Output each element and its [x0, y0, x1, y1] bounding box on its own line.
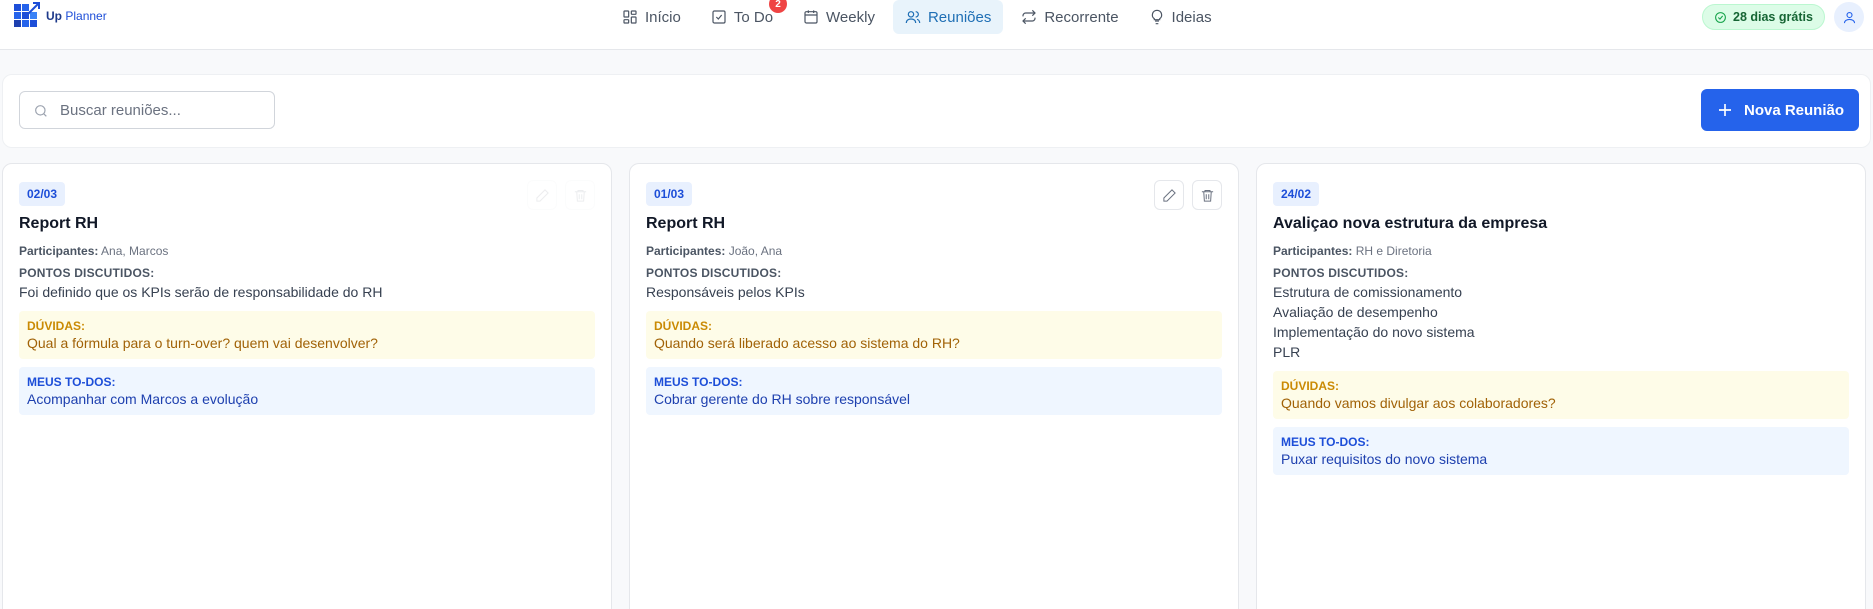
meeting-card[interactable]: 02/03 Report RH Participantes: Ana, Marc…	[2, 163, 612, 609]
nav-item-label: Início	[645, 8, 681, 26]
search-input[interactable]	[60, 101, 260, 119]
doubts-label: DÚVIDAS:	[1281, 379, 1340, 393]
point-item: Estrutura de comissionamento	[1273, 284, 1463, 300]
doubts-box: DÚVIDAS: Qual a fórmula para o turn-over…	[19, 311, 595, 359]
doubts-label: DÚVIDAS:	[654, 319, 713, 333]
doubts-box: DÚVIDAS: Quando será liberado acesso ao …	[646, 311, 1222, 359]
todos-box: MEUS TO-DOS: Cobrar gerente do RH sobre …	[646, 367, 1222, 415]
calendar-icon	[804, 10, 818, 24]
pencil-icon	[535, 188, 549, 202]
meeting-title: Avaliçao nova estrutura da empresa	[1273, 215, 1548, 232]
nav-item-label: Reuniões	[927, 8, 992, 26]
plus-icon	[1718, 104, 1731, 116]
meeting-date-badge: 24/02	[1273, 182, 1320, 206]
grid-icon	[623, 10, 637, 24]
edit-button[interactable]	[1154, 180, 1184, 210]
nav-item-ideias[interactable]: Ideias	[1137, 0, 1224, 34]
card-actions	[527, 180, 595, 210]
todos-box: MEUS TO-DOS: Puxar requisitos do novo si…	[1273, 427, 1849, 475]
point-item: Responsáveis pelos KPIs	[646, 284, 805, 300]
point-item: Foi definido que os KPIs serão de respon…	[19, 284, 383, 300]
todos-box: MEUS TO-DOS: Acompanhar com Marcos a evo…	[19, 367, 595, 415]
edit-button[interactable]	[527, 180, 557, 210]
nav-item-label: Ideias	[1171, 8, 1212, 26]
meeting-participants: Participantes: Ana, Marcos	[19, 244, 169, 258]
meeting-date-badge: 02/03	[19, 182, 66, 206]
search-box[interactable]	[19, 91, 275, 129]
meeting-title: Report RH	[19, 215, 99, 232]
repeat-icon	[1022, 9, 1037, 25]
doubts-text: Quando vamos divulgar aos colaboradores?	[1281, 395, 1556, 411]
nav-item-weekly[interactable]: Weekly	[791, 0, 887, 34]
meeting-title: Report RH	[646, 215, 726, 232]
app-logo[interactable]: Up Planner	[14, 2, 107, 30]
logo-icon	[14, 2, 42, 30]
meeting-participants: Participantes: João, Ana	[646, 244, 783, 258]
meetings-toolbar: Nova Reunião	[2, 74, 1871, 148]
todo-count-badge: 2	[769, 0, 788, 13]
points-label: PONTOS DISCUTIDOS:	[1273, 266, 1409, 280]
checkbox-icon	[712, 10, 726, 24]
todos-text: Cobrar gerente do RH sobre responsável	[654, 391, 911, 407]
main-nav: Início To Do 2 Weekly Reuniões Recorrent…	[610, 0, 1224, 34]
user-avatar[interactable]	[1834, 2, 1864, 32]
todos-label: MEUS TO-DOS:	[1281, 435, 1370, 449]
card-actions	[1154, 180, 1222, 210]
lightbulb-icon	[1151, 9, 1162, 25]
doubts-text: Qual a fórmula para o turn-over? quem va…	[27, 335, 378, 351]
point-item: Implementação do novo sistema	[1273, 324, 1475, 340]
point-item: PLR	[1273, 344, 1301, 360]
doubts-text: Quando será liberado acesso ao sistema d…	[654, 335, 960, 351]
points-label: PONTOS DISCUTIDOS:	[646, 266, 782, 280]
check-circle-icon	[1715, 11, 1726, 23]
users-icon	[905, 11, 921, 24]
search-icon	[35, 105, 47, 117]
todos-label: MEUS TO-DOS:	[27, 375, 116, 389]
todos-text: Puxar requisitos do novo sistema	[1281, 451, 1488, 467]
meeting-date-badge: 01/03	[646, 182, 693, 206]
points-list: Estrutura de comissionamento Avaliação d…	[1273, 282, 1849, 362]
nav-item-label: To Do	[733, 8, 774, 26]
top-navbar: Up Planner Início To Do 2 Weekly Reuniõe…	[0, 0, 1873, 50]
pencil-icon	[1162, 188, 1176, 202]
meeting-card[interactable]: 01/03 Report RH Participantes: João, Ana…	[629, 163, 1239, 609]
delete-button[interactable]	[1192, 180, 1222, 210]
new-meeting-button[interactable]: Nova Reunião	[1701, 89, 1859, 131]
nav-item-recorrente[interactable]: Recorrente	[1009, 0, 1130, 34]
points-list: Responsáveis pelos KPIs	[646, 282, 1222, 302]
nav-item-reunioes[interactable]: Reuniões	[892, 0, 1004, 34]
meeting-card[interactable]: 24/02 Avaliçao nova estrutura da empresa…	[1256, 163, 1866, 609]
todos-text: Acompanhar com Marcos a evolução	[27, 391, 259, 407]
trash-icon	[574, 189, 586, 202]
user-icon	[1843, 11, 1855, 23]
todos-label: MEUS TO-DOS:	[654, 375, 743, 389]
meeting-participants: Participantes: RH e Diretoria	[1273, 244, 1432, 258]
nav-item-inicio[interactable]: Início	[610, 0, 693, 34]
nav-item-label: Recorrente	[1044, 8, 1119, 26]
logo-text: Up Planner	[46, 9, 107, 23]
trial-badge[interactable]: 28 dias grátis	[1702, 4, 1825, 30]
trial-label: 28 dias grátis	[1733, 10, 1813, 24]
nav-item-label: Weekly	[826, 8, 875, 26]
points-label: PONTOS DISCUTIDOS:	[19, 266, 155, 280]
point-item: Avaliação de desempenho	[1273, 304, 1438, 320]
doubts-label: DÚVIDAS:	[27, 319, 86, 333]
doubts-box: DÚVIDAS: Quando vamos divulgar aos colab…	[1273, 371, 1849, 419]
delete-button[interactable]	[565, 180, 595, 210]
trash-icon	[1201, 189, 1213, 202]
nav-item-todo[interactable]: To Do 2	[699, 0, 788, 34]
points-list: Foi definido que os KPIs serão de respon…	[19, 282, 595, 302]
new-meeting-label: Nova Reunião	[1743, 101, 1845, 119]
